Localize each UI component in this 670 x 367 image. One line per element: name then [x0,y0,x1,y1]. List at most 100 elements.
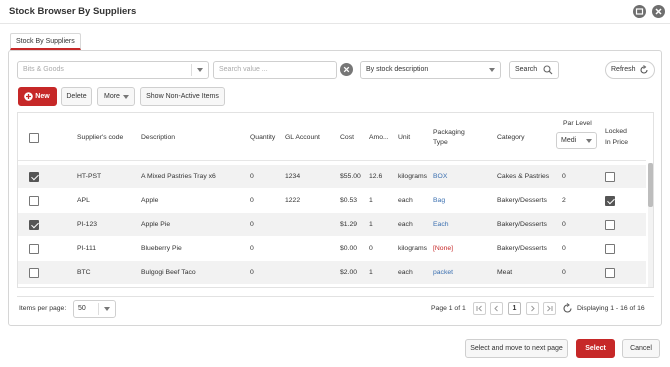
cell-category: Cakes & Pastries [497,172,550,180]
select-all-checkbox[interactable] [29,133,39,143]
cell-amount: 1 [369,268,373,276]
cell-code: BTC [77,268,91,276]
par-level-select[interactable]: Medi [556,132,597,149]
search-by-select[interactable]: By stock description [360,61,501,79]
row-checkbox[interactable] [29,287,39,288]
cell-cost: $0.53 [340,196,358,204]
cell-packaging-link[interactable]: [None] [433,244,453,254]
col-header-packaging[interactable]: Packaging [433,128,465,138]
row-checkbox[interactable] [29,171,39,182]
col-header-unit[interactable]: Unit [398,133,410,143]
new-button[interactable]: New [18,87,57,106]
search-input[interactable]: Search value ... [213,61,337,79]
cancel-button-label: Cancel [630,345,652,352]
col-header-category[interactable]: Category [497,133,525,143]
cell-cost: $1.29 [340,220,358,228]
show-non-active-button[interactable]: Show Non-Active Items [140,87,225,106]
clear-search-icon[interactable] [340,63,353,76]
cell-amount: 1 [369,220,373,228]
chevron-down-icon [489,68,495,72]
cell-code: PI-123 [77,220,98,228]
supplier-select-value: Bits & Goods [23,66,64,73]
cell-cost: $2.00 [340,268,358,276]
search-button[interactable]: Search [509,61,559,79]
cell-quantity: 0 [250,244,254,252]
cell-packaging-link[interactable]: Each [433,220,449,230]
prev-page-icon[interactable] [490,302,503,315]
reload-icon[interactable] [562,303,573,314]
col-header-description[interactable]: Description [141,133,175,143]
close-icon-glyph [655,8,662,15]
grid-scrollbar[interactable] [648,163,653,287]
row-checkbox[interactable] [29,219,39,230]
locked-checkbox[interactable] [605,195,615,206]
supplier-select[interactable]: Bits & Goods [17,61,209,79]
header-divider [18,160,646,161]
locked-checkbox[interactable] [605,171,615,182]
delete-button[interactable]: Delete [61,87,92,106]
col-header-quantity[interactable]: Quantity [250,133,275,143]
chevron-down-icon [104,307,110,311]
grid-scrollbar-thumb[interactable] [648,163,653,207]
select-button[interactable]: Select [576,339,615,358]
next-page-glyph [531,305,535,312]
select-button-label: Select [585,345,606,352]
select-and-next-button[interactable]: Select and move to next page [465,339,568,358]
cell-quantity: 0 [250,172,254,180]
cell-description: Apple Pie [141,220,171,228]
cell-code: HT-PST [77,172,102,180]
col-header-gl-account[interactable]: GL Account [285,133,320,143]
close-icon[interactable] [652,5,665,18]
tab-stock-by-suppliers[interactable]: Stock By Suppliers [10,33,81,50]
table-row[interactable]: APL Apple 0 1222 $0.53 1 each Bag Bakery… [18,189,646,212]
cell-par-level: 0 [562,172,566,180]
table-row[interactable]: BTC Bulgogi Beef Taco 0 $2.00 1 each pac… [18,261,646,284]
cell-amount: 0 [369,244,373,252]
cell-category: Meat [497,268,513,276]
locked-checkbox[interactable] [605,243,615,254]
col-header-locked[interactable]: Locked [605,127,627,137]
locked-checkbox[interactable] [605,219,615,230]
page-indicator: Page 1 of 1 [431,305,466,312]
cell-gl-account: 1234 [285,172,301,180]
chevron-down-icon [123,95,129,99]
table-row[interactable]: HT-PST A Mixed Pastries Tray x6 0 1234 $… [18,165,646,188]
table-row-partial [18,285,646,288]
next-page-icon[interactable] [526,302,539,315]
row-checkbox[interactable] [29,243,39,254]
last-page-glyph [547,305,553,312]
last-page-icon[interactable] [543,302,556,315]
cell-cost: $55.00 [340,172,361,180]
cell-packaging-link[interactable]: packet [433,268,453,278]
col-header-code[interactable]: Supplier's code [77,133,123,143]
pager-divider [17,296,654,297]
cell-unit: kilograms [398,244,428,252]
col-header-amount[interactable]: Amo... [369,133,389,143]
maximize-icon[interactable] [633,5,646,18]
row-checkbox[interactable] [29,267,39,278]
cell-packaging-link[interactable]: BOX [433,172,447,182]
table-row[interactable]: PI-111 Blueberry Pie 0 $0.00 0 kilograms… [18,237,646,260]
cancel-button[interactable]: Cancel [622,339,660,358]
col-header-cost[interactable]: Cost [340,133,354,143]
items-per-page-select[interactable]: 50 [73,300,116,318]
supplier-divider [191,64,192,76]
col-header-par-level[interactable]: Par Level [563,119,592,129]
row-checkbox[interactable] [29,195,39,206]
more-button[interactable]: More [97,87,135,106]
cell-unit: each [398,268,413,276]
first-page-icon[interactable] [473,302,486,315]
locked-checkbox[interactable] [605,267,615,278]
table-row[interactable]: PI-123 Apple Pie 0 $1.29 1 each Each Bak… [18,213,646,236]
cell-gl-account: 1222 [285,196,301,204]
items-per-page-label: Items per page: [19,305,67,312]
locked-checkbox[interactable] [605,287,615,288]
page-number-button[interactable]: 1 [508,302,521,315]
items-per-page-value: 50 [78,305,86,312]
cell-description: Apple [141,196,159,204]
cell-packaging-link[interactable]: Bag [433,196,445,206]
refresh-button[interactable]: Refresh [605,61,655,79]
cell-description: Blueberry Pie [141,244,182,252]
cell-amount: 12.6 [369,172,383,180]
cell-description: Bulgogi Beef Taco [141,268,196,276]
